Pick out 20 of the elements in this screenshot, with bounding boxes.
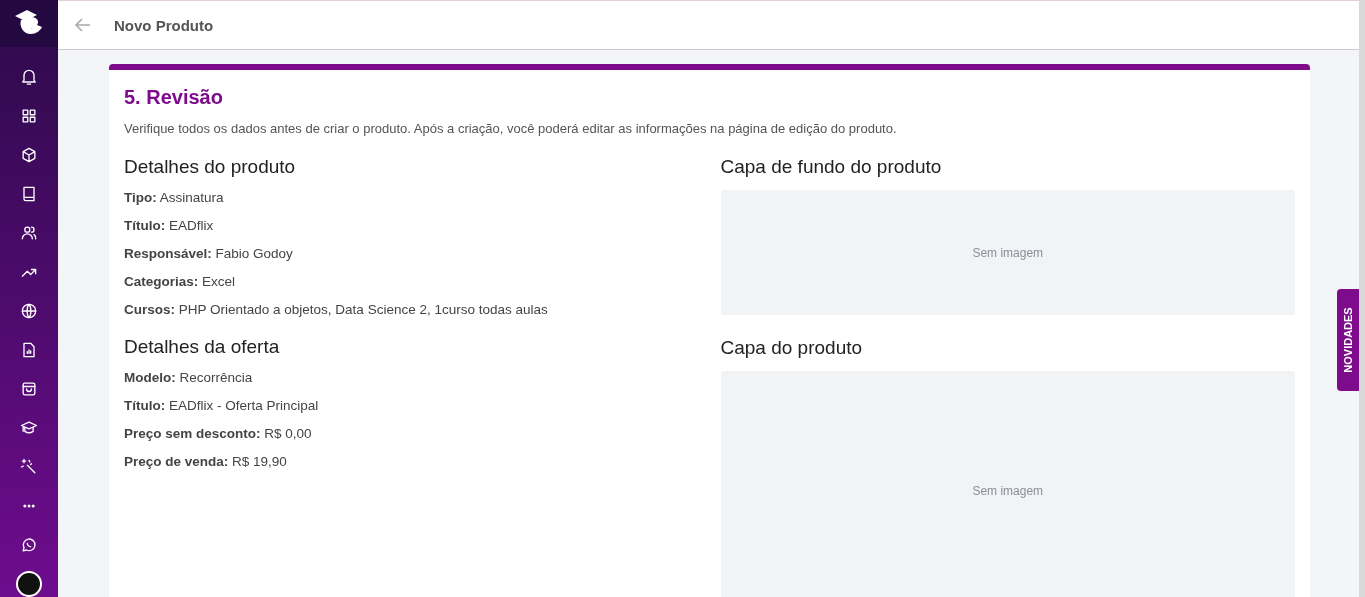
image-placeholder[interactable]: Sem imagem [720, 371, 1295, 597]
detail-line: Preço de venda: R$ 19,90 [124, 454, 288, 469]
step-title: 5. Revisão [124, 86, 224, 109]
news-tab[interactable]: NOVIDADES [1337, 289, 1359, 391]
detail-line: Cursos: PHP Orientado a objetos, Data Science 2, 1curso todas aulas [124, 302, 549, 317]
detail-line: Categorias: Excel [124, 274, 237, 289]
section-heading: Capa de fundo do produto [720, 156, 943, 178]
detail-line: Modelo: Recorrência [124, 370, 254, 385]
page-title: Novo Produto [114, 16, 214, 34]
detail-line: Preço sem desconto: R$ 0,00 [124, 426, 313, 441]
section-heading: Detalhes do produto [124, 156, 297, 178]
step-description: Verifique todos os dados antes de criar o produto. Após a criação, você poderá editar as informações na página de edição do produto. [124, 121, 898, 136]
avatar-icon[interactable] [16, 570, 42, 597]
section-heading: Capa do produto [720, 337, 864, 359]
detail-line: Responsável: Fabio Godoy [124, 246, 294, 261]
detail-line: Tipo: Assinatura [124, 190, 225, 205]
section-heading: Detalhes da oferta [124, 336, 281, 358]
image-placeholder[interactable]: Sem imagem [720, 190, 1295, 315]
detail-line: Título: EADflix - Oferta Principal [124, 398, 320, 413]
detail-line: Título: EADflix [124, 218, 215, 233]
